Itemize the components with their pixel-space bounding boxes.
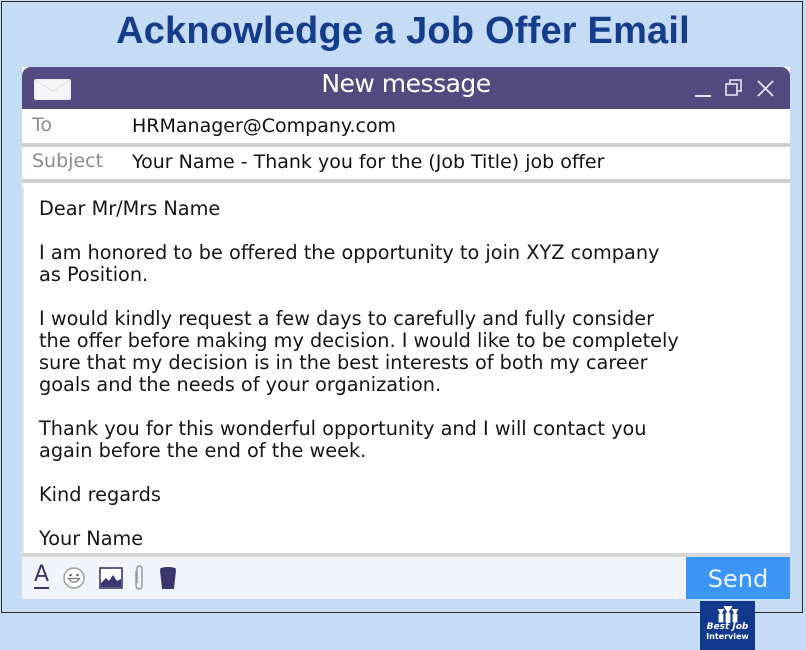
message-body-text[interactable]: Dear Mr/Mrs Name I am honored to be offe… (39, 198, 779, 572)
people-icon (717, 605, 739, 623)
compose-toolbar: A (22, 557, 790, 599)
logo-line-1: Best Job (706, 622, 749, 632)
message-body[interactable]: Dear Mr/Mrs Name I am honored to be offe… (22, 187, 790, 650)
to-field-row: To HRManager@Company.com (22, 111, 790, 147)
minimize-icon[interactable] (693, 77, 713, 99)
subject-field-row: Subject Your Name - Thank you for the (J… (22, 147, 790, 183)
send-button[interactable]: Send (686, 557, 790, 599)
body-paragraph: I would kindly request a few days to car… (39, 307, 679, 396)
image-icon[interactable] (99, 565, 123, 591)
restore-icon[interactable] (724, 77, 744, 99)
greeting: Dear Mr/Mrs Name (39, 197, 221, 220)
subject-input[interactable]: Your Name - Thank you for the (Job Title… (132, 151, 604, 173)
logo-line-2: Interview (706, 632, 749, 641)
window-title: New message (321, 69, 491, 98)
to-input[interactable]: HRManager@Company.com (132, 115, 396, 137)
best-job-interview-logo: Best Job Interview (700, 601, 755, 650)
body-paragraph: Thank you for this wonderful opportunity… (39, 417, 647, 462)
close-icon[interactable] (755, 77, 777, 99)
title-bar: New message (22, 67, 790, 109)
font-format-label: A (34, 562, 50, 589)
font-format-icon[interactable]: A (32, 562, 52, 591)
body-paragraph: I am honored to be offered the opportuni… (39, 241, 660, 286)
to-label: To (32, 114, 53, 136)
subject-label: Subject (32, 150, 104, 172)
sign-off: Kind regards (39, 483, 161, 506)
emoji-icon[interactable] (62, 565, 86, 591)
page-headline: Acknowledge a Job Offer Email (116, 10, 690, 52)
attachment-icon[interactable] (132, 565, 146, 591)
compose-window: New message To HRManager@Company.com Sub… (22, 67, 790, 650)
signature-name: Your Name (39, 527, 144, 550)
trash-icon[interactable] (158, 565, 178, 591)
